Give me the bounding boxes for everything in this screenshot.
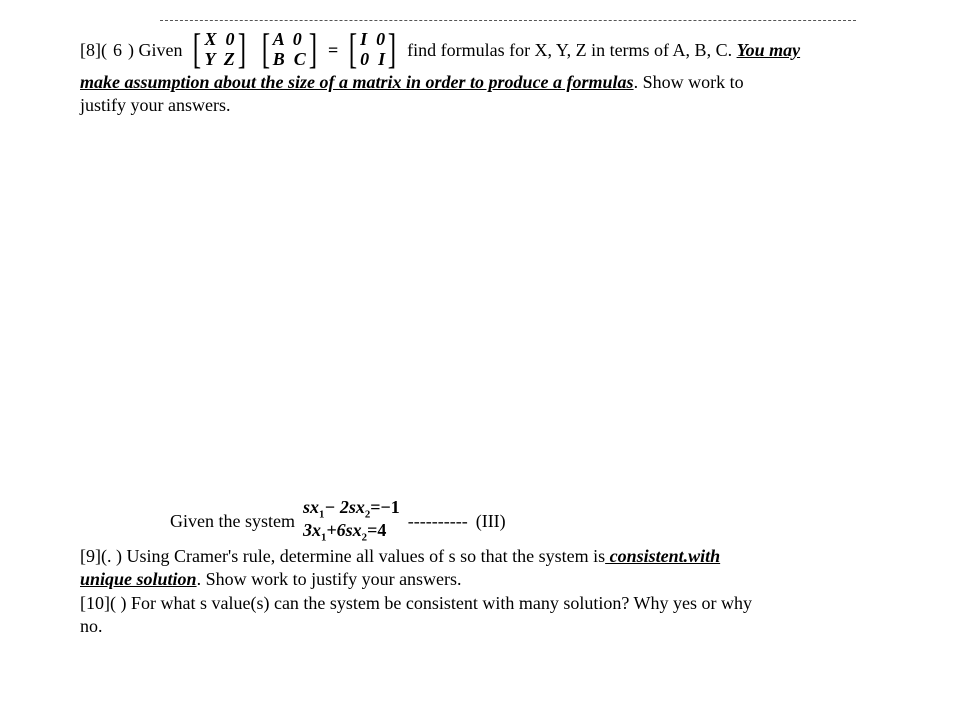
m2-row2: B C (273, 50, 306, 70)
bracket-right-icon: ] (388, 29, 396, 71)
q8-assumption: make assumption about the size of a matr… (80, 72, 634, 92)
system-label: (III) (476, 511, 506, 532)
q8-subletter: 6 (113, 40, 122, 61)
bracket-right-icon: ] (238, 29, 246, 71)
m2-row1: A 0 (273, 30, 306, 50)
system-line: Given the system sx1− 2sx2=−1 3x1+6sx2=4… (170, 498, 876, 545)
matrix-xz: [ X 0 Y Z ] (190, 29, 248, 71)
bracket-left-icon: [ (193, 29, 201, 71)
question-8-line3: justify your answers. (80, 94, 876, 117)
q8-youmay: You may (737, 40, 801, 60)
q8-paren: ) Given (128, 40, 182, 61)
equation-system: sx1− 2sx2=−1 3x1+6sx2=4 (303, 498, 400, 545)
eq-1: sx1− 2sx2=−1 (303, 498, 400, 521)
q8-tail: find formulas for X, Y, Z in terms of A,… (407, 40, 800, 61)
m3-row1: I 0 (360, 30, 385, 50)
q8-tag: [8]( (80, 40, 107, 61)
question-8-line2: make assumption about the size of a matr… (80, 71, 876, 94)
equals-sign: = (328, 40, 338, 61)
q9-unique: unique solution (80, 569, 197, 589)
q9-text: ) Using Cramer's rule, determine all val… (116, 546, 605, 566)
q9-tag: [9](. (80, 546, 116, 566)
question-10-line2: no. (80, 615, 876, 638)
question-10-line1: [10]( ) For what s value(s) can the syst… (80, 592, 876, 615)
separator-top (160, 20, 856, 21)
question-9-line1: [9](. ) Using Cramer's rule, determine a… (80, 545, 876, 568)
eq-2: 3x1+6sx2=4 (303, 521, 400, 544)
bracket-right-icon: ] (309, 29, 317, 71)
q8-line2-tail: . Show work to (634, 72, 744, 92)
given-label: Given the system (170, 511, 295, 532)
bracket-left-icon: [ (349, 29, 357, 71)
dashes: ---------- (408, 511, 468, 532)
matrix-abc: [ A 0 B C ] (259, 29, 320, 71)
q9-tail: . Show work to justify your answers. (197, 569, 462, 589)
bracket-left-icon: [ (262, 29, 270, 71)
m1-row2: Y Z (204, 50, 234, 70)
workspace-gap (80, 118, 876, 498)
q9-consistent-with: consistent.with (605, 546, 720, 566)
q8-tail-text: find formulas for X, Y, Z in terms of A,… (407, 40, 736, 60)
m3-row2: 0 I (360, 50, 385, 70)
matrix-identity: [ I 0 0 I ] (346, 29, 399, 71)
question-9-line2: unique solution. Show work to justify yo… (80, 568, 876, 591)
m1-row1: X 0 (204, 30, 234, 50)
question-8-line1: [8]( 6) Given [ X 0 Y Z ] [ A 0 B C ] = … (80, 29, 876, 71)
